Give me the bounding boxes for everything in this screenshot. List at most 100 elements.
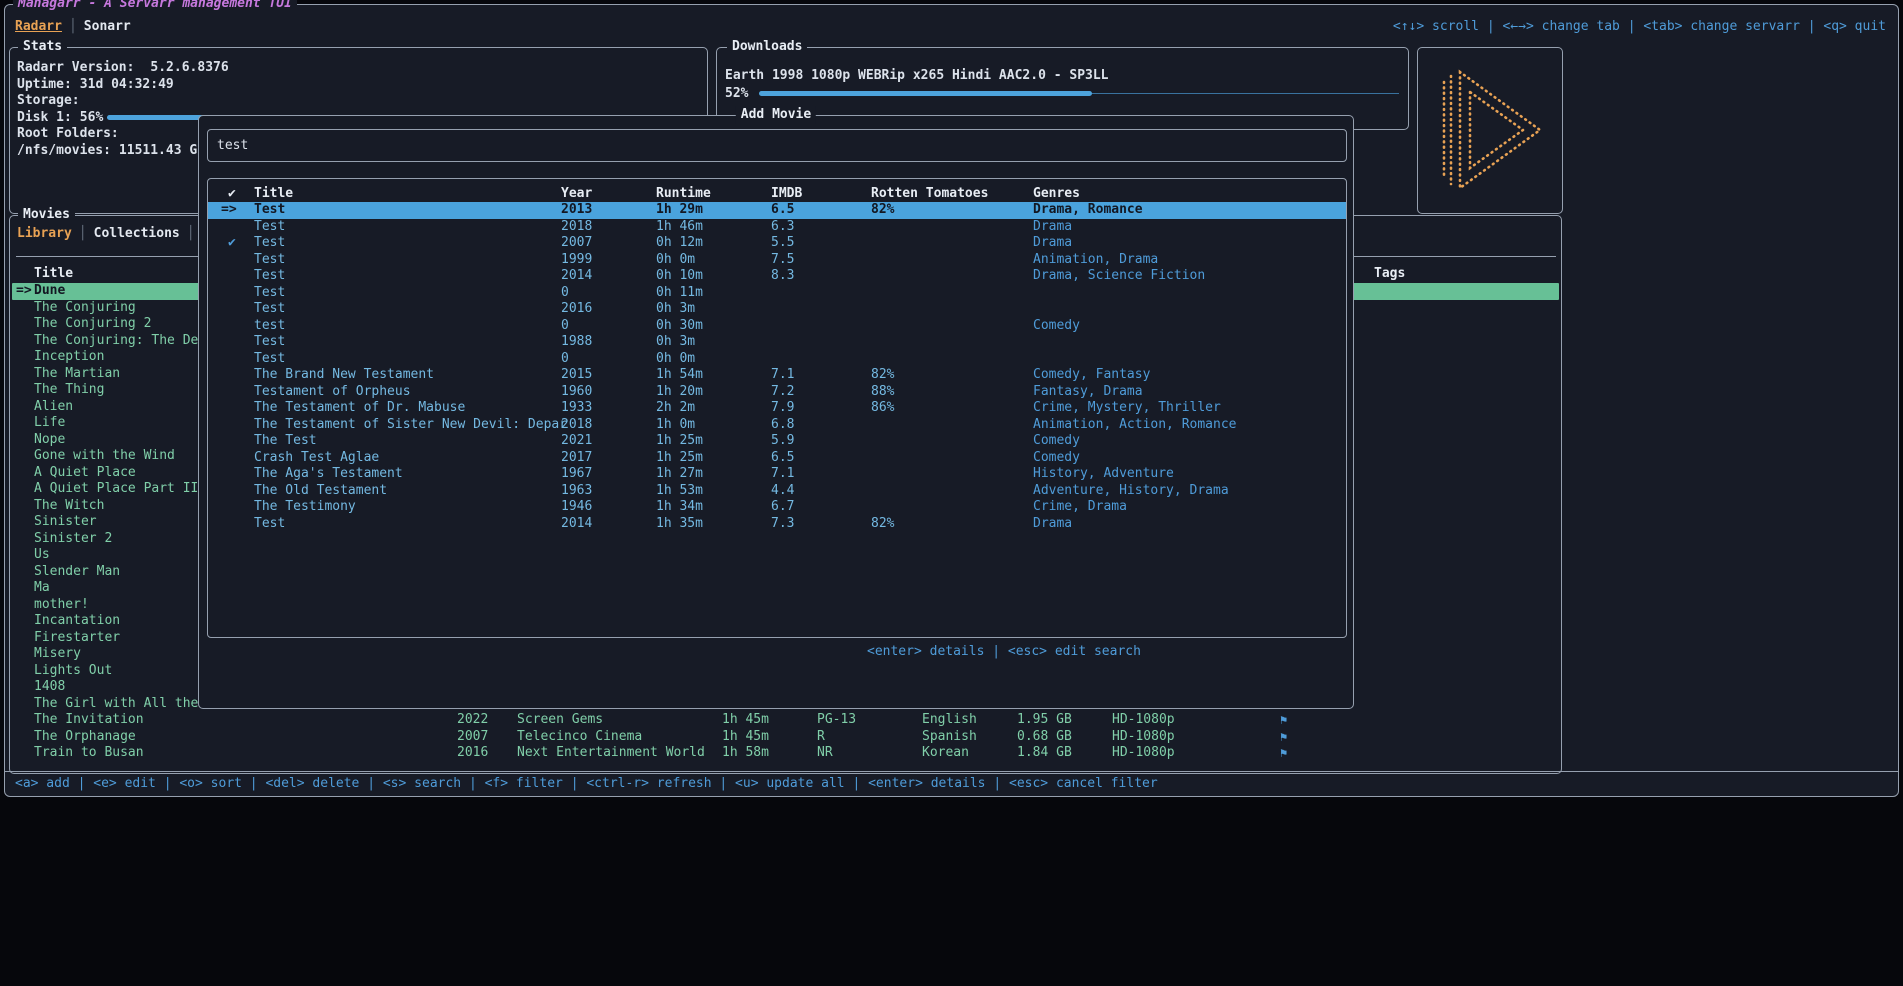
result-row[interactable]: Test20140h 10m8.3Drama, Science Fiction xyxy=(208,268,1346,285)
tab-library[interactable]: Library xyxy=(17,226,72,241)
result-genres: Comedy xyxy=(1033,433,1080,450)
movie-runtime: 1h 58m xyxy=(722,745,769,762)
result-genres: Fantasy, Drama xyxy=(1033,384,1143,401)
keybinding-hints-bottom: <a> add | <e> edit | <o> sort | <del> de… xyxy=(15,776,1158,791)
movie-runtime: 1h 45m xyxy=(722,729,769,746)
result-year: 2014 xyxy=(561,268,592,285)
tab-radarr[interactable]: Radarr xyxy=(15,19,62,34)
tab-collections[interactable]: Collections xyxy=(94,226,180,241)
result-genres: Drama xyxy=(1033,235,1072,252)
results-header-rotten-tomatoes: Rotten Tomatoes xyxy=(871,185,988,202)
result-title: Test xyxy=(254,268,285,285)
result-row[interactable]: Test00h 0m xyxy=(208,351,1346,368)
result-runtime: 1h 35m xyxy=(656,516,703,533)
result-runtime: 0h 11m xyxy=(656,285,703,302)
movie-title: Train to Busan xyxy=(34,745,144,762)
result-genres: Animation, Action, Romance xyxy=(1033,417,1237,434)
app-title: Managarr - A Servarr management TUI xyxy=(13,0,297,13)
result-genres: History, Adventure xyxy=(1033,466,1174,483)
tag-icon: ⚑ xyxy=(1280,745,1287,762)
result-imdb: 8.3 xyxy=(771,268,794,285)
result-row[interactable]: test00h 30mComedy xyxy=(208,318,1346,335)
results-header-genres: Genres xyxy=(1033,185,1080,202)
result-genres: Animation, Drama xyxy=(1033,252,1158,269)
add-movie-search-box xyxy=(207,129,1347,162)
movie-title: The Conjuring: The De xyxy=(34,333,198,350)
result-row[interactable]: =>Test20131h 29m6.582%Drama, Romance xyxy=(208,202,1346,219)
movie-title: Nope xyxy=(34,432,65,449)
managarr-logo-icon xyxy=(1418,48,1560,211)
result-runtime: 1h 54m xyxy=(656,367,703,384)
result-row[interactable]: Testament of Orpheus19601h 20m7.288%Fant… xyxy=(208,384,1346,401)
tab-sonarr[interactable]: Sonarr xyxy=(84,19,131,34)
movie-title: Slender Man xyxy=(34,564,120,581)
results-header-check: ✔ xyxy=(228,185,236,202)
stat-root-folders-label: Root Folders: xyxy=(17,126,229,143)
column-header-tags: Tags xyxy=(1374,265,1405,282)
movie-row[interactable]: The Orphanage2007Telecinco Cinema1h 45mR… xyxy=(12,729,1559,746)
result-year: 1967 xyxy=(561,466,592,483)
result-genres: Drama, Science Fiction xyxy=(1033,268,1205,285)
result-imdb: 6.5 xyxy=(771,202,794,219)
result-title: Test xyxy=(254,301,285,318)
result-row[interactable]: Crash Test Aglae20171h 25m6.5Comedy xyxy=(208,450,1346,467)
result-runtime: 1h 0m xyxy=(656,417,695,434)
add-movie-search-input[interactable] xyxy=(208,130,1346,161)
movie-quality: HD-1080p xyxy=(1112,729,1175,746)
result-imdb: 7.3 xyxy=(771,516,794,533)
result-runtime: 2h 2m xyxy=(656,400,695,417)
tab-separator: │ xyxy=(79,226,87,241)
result-rt: 86% xyxy=(871,400,894,417)
result-title: The Test xyxy=(254,433,317,450)
result-imdb: 4.4 xyxy=(771,483,794,500)
result-row[interactable]: ✔Test20070h 12m5.5Drama xyxy=(208,235,1346,252)
result-genres: Crime, Drama xyxy=(1033,499,1127,516)
result-rt: 82% xyxy=(871,202,894,219)
result-imdb: 6.3 xyxy=(771,219,794,236)
result-genres: Comedy, Fantasy xyxy=(1033,367,1150,384)
result-row[interactable]: Test20181h 46m6.3Drama xyxy=(208,219,1346,236)
movie-year: 2016 xyxy=(457,745,488,762)
result-row[interactable]: The Testament of Dr. Mabuse19332h 2m7.98… xyxy=(208,400,1346,417)
app-frame: Managarr - A Servarr management TUI Rada… xyxy=(4,4,1899,797)
result-row[interactable]: The Old Testament19631h 53m4.4Adventure,… xyxy=(208,483,1346,500)
results-header-title: Title xyxy=(254,185,293,202)
result-imdb: 6.5 xyxy=(771,450,794,467)
result-row[interactable]: Test00h 11m xyxy=(208,285,1346,302)
result-year: 2014 xyxy=(561,516,592,533)
movie-title: The Invitation xyxy=(34,712,144,729)
result-row[interactable]: Test20160h 3m xyxy=(208,301,1346,318)
stat-uptime: Uptime:31d 04:32:49 xyxy=(17,77,229,94)
result-title: test xyxy=(254,318,285,335)
result-genres: Comedy xyxy=(1033,318,1080,335)
result-imdb: 7.9 xyxy=(771,400,794,417)
result-row[interactable]: The Test 2021 1h 25m 5.9 Comedy xyxy=(208,433,1346,450)
result-year: 2021 xyxy=(561,433,592,450)
result-row[interactable]: The Testament of Sister New Devil: Depar… xyxy=(208,417,1346,434)
result-row[interactable]: The Brand New Testament20151h 54m7.182%C… xyxy=(208,367,1346,384)
result-runtime: 1h 25m xyxy=(656,433,703,450)
tab-separator: │ xyxy=(187,226,195,241)
result-row[interactable]: The Testimony19461h 34m6.7Crime, Drama xyxy=(208,499,1346,516)
result-title: Test xyxy=(254,219,285,236)
result-runtime: 1h 20m xyxy=(656,384,703,401)
movie-title: 1408 xyxy=(34,679,65,696)
download-progress-gauge xyxy=(759,85,1399,102)
movie-title: Misery xyxy=(34,646,81,663)
result-row[interactable]: Test19990h 0m7.5Animation, Drama xyxy=(208,252,1346,269)
result-row[interactable]: Test20141h 35m7.382%Drama xyxy=(208,516,1346,533)
result-imdb: 5.9 xyxy=(771,433,794,450)
movie-title: The Girl with All the xyxy=(34,696,198,713)
movie-row[interactable]: Train to Busan2016Next Entertainment Wor… xyxy=(12,745,1559,762)
movie-row[interactable]: The Invitation2022Screen Gems1h 45mPG-13… xyxy=(12,712,1559,729)
result-row[interactable]: The Aga's Testament19671h 27m7.1History,… xyxy=(208,466,1346,483)
movie-title: The Conjuring xyxy=(34,300,136,317)
movie-runtime: 1h 45m xyxy=(722,712,769,729)
result-row[interactable]: Test19880h 3m xyxy=(208,334,1346,351)
result-year: 0 xyxy=(561,318,569,335)
result-title: The Brand New Testament xyxy=(254,367,434,384)
result-title: The Testament of Sister New Devil: Depar xyxy=(254,417,567,434)
stat-storage-label: Storage: xyxy=(17,93,229,110)
result-runtime: 1h 46m xyxy=(656,219,703,236)
result-title: The Testament of Dr. Mabuse xyxy=(254,400,465,417)
